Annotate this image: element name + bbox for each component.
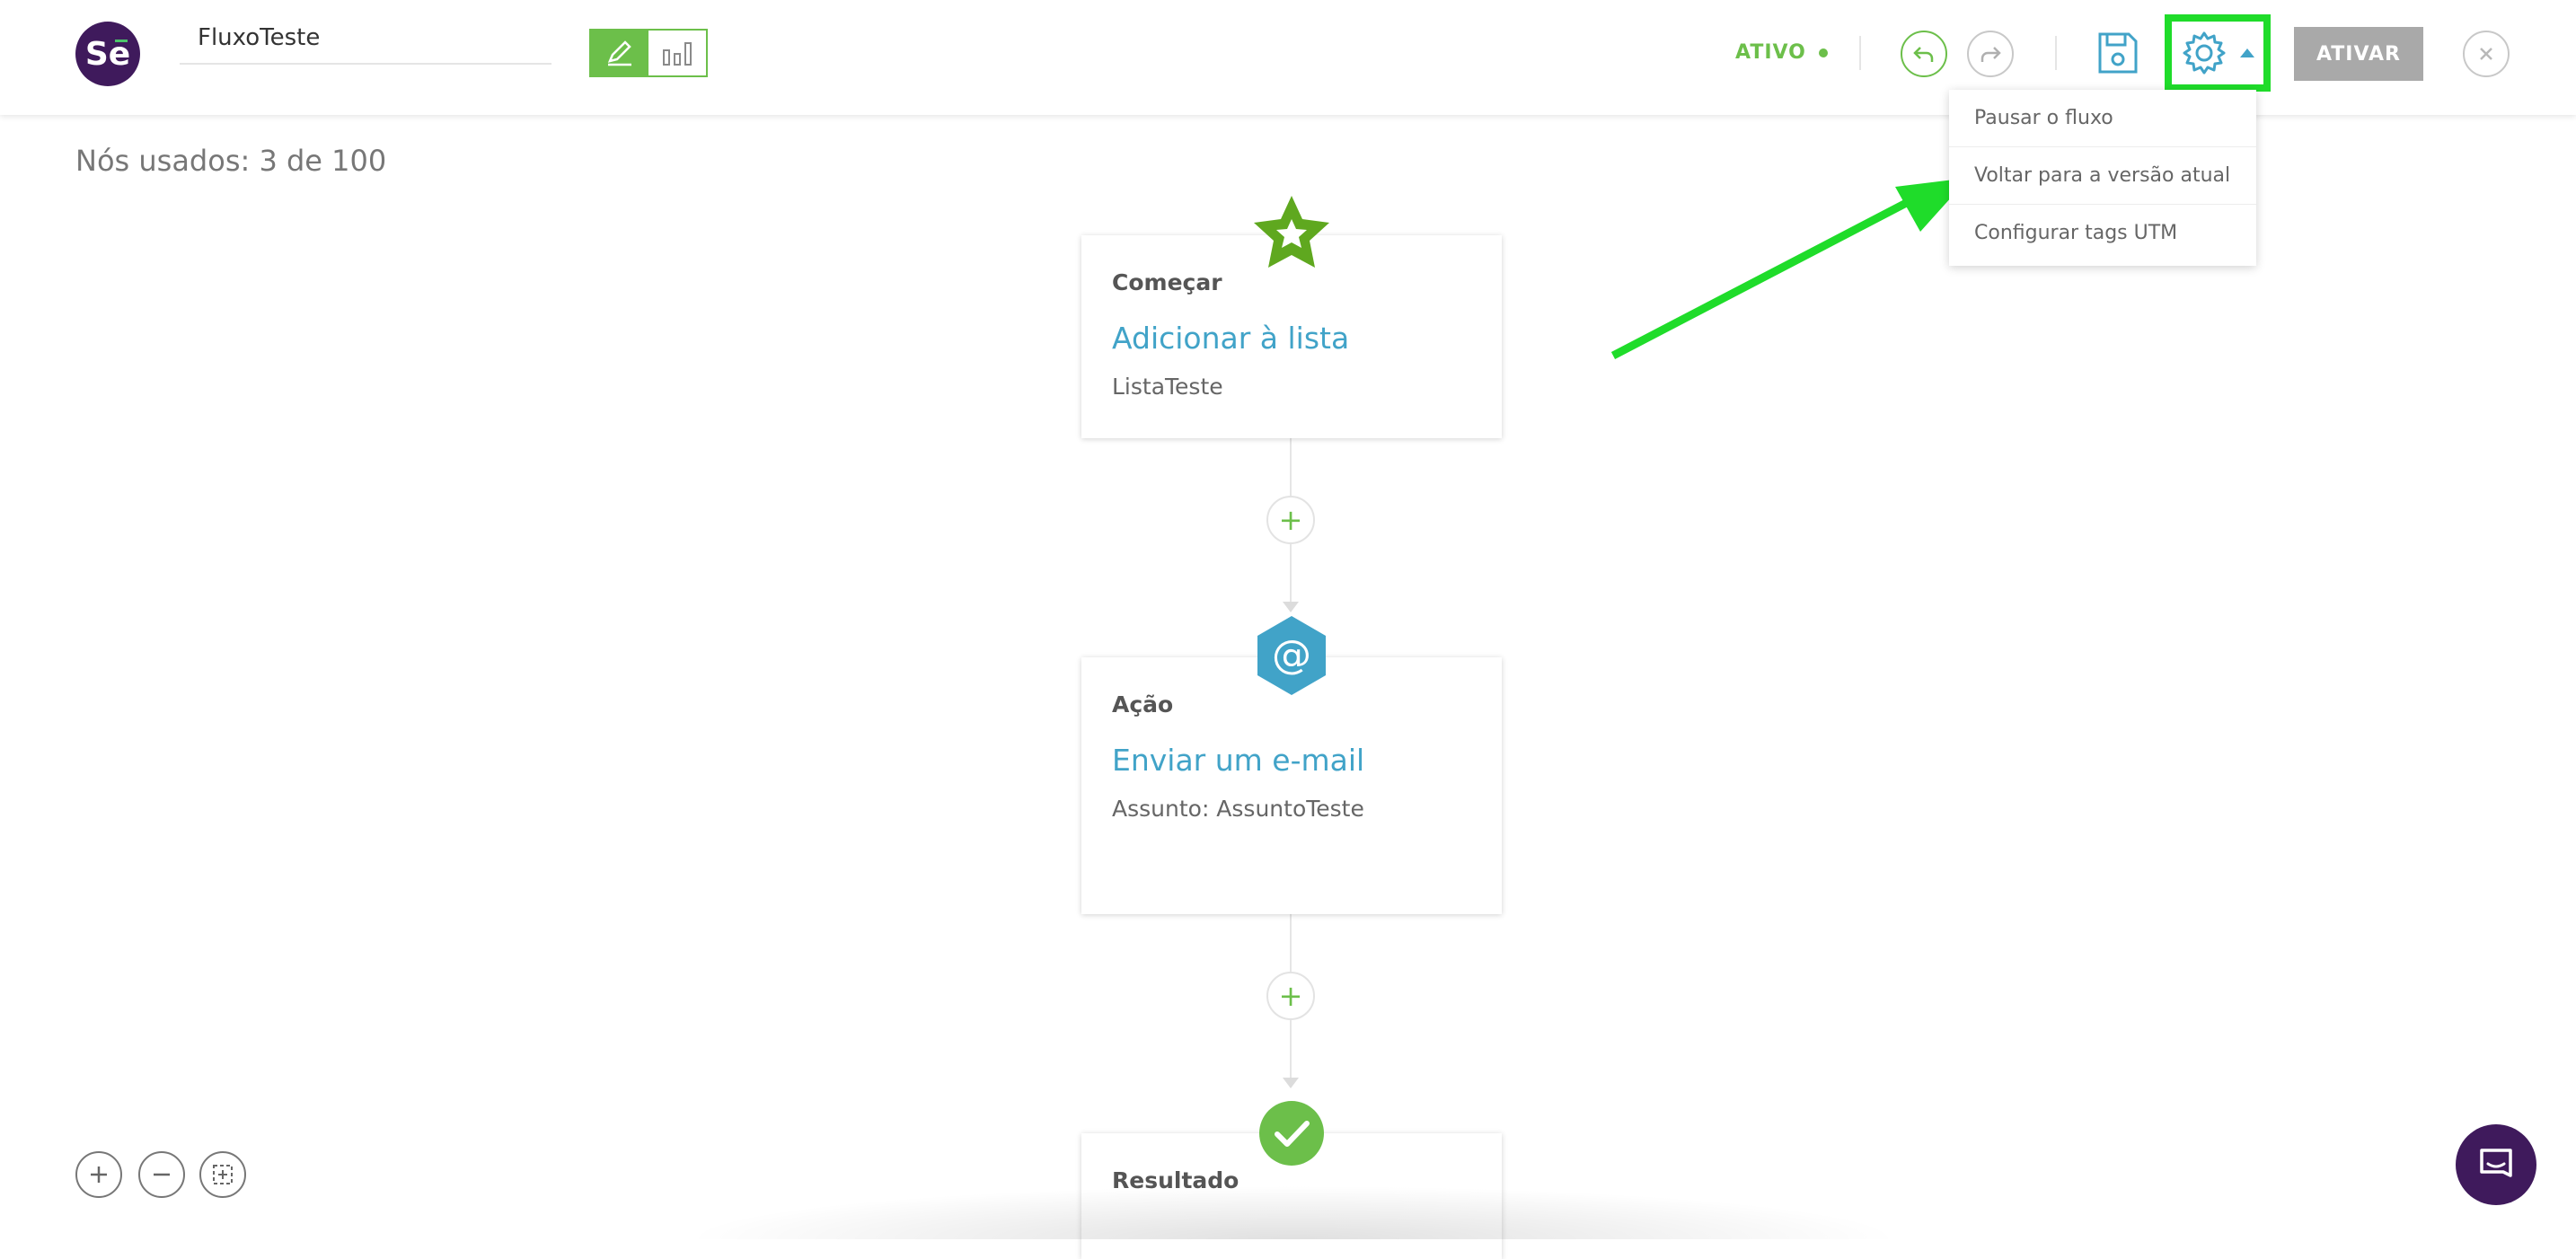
add-node-button[interactable]: + <box>1266 496 1315 544</box>
result-badge <box>1250 1092 1333 1175</box>
edit-mode-button[interactable] <box>591 31 648 75</box>
connector-arrow <box>1283 1078 1299 1088</box>
at-sign-icon: @ <box>1257 616 1326 695</box>
gear-icon <box>2183 31 2226 75</box>
plus-icon <box>91 1167 107 1183</box>
node-title: Adicionar à lista <box>1112 321 1350 356</box>
check-icon <box>1259 1101 1324 1166</box>
annotation-arrow <box>1610 178 1969 359</box>
bar-chart-icon <box>663 42 692 66</box>
zoom-out-button[interactable] <box>138 1151 185 1198</box>
svg-text:@: @ <box>1272 632 1311 678</box>
redo-icon <box>1981 47 2001 62</box>
node-subtitle: Assunto: AssuntoTeste <box>1112 796 1364 822</box>
email-badge: @ <box>1250 614 1333 697</box>
star-badge <box>1250 192 1333 275</box>
logo-accent-bar <box>115 40 128 42</box>
star-icon <box>1254 196 1329 268</box>
close-button[interactable] <box>2463 31 2510 77</box>
flow-status: ATIVO <box>1735 41 1828 64</box>
chat-support-button[interactable] <box>2456 1124 2536 1205</box>
mode-toggle <box>589 29 708 77</box>
close-icon <box>2480 48 2492 60</box>
menu-item-utm-tags[interactable]: Configurar tags UTM <box>1949 205 2256 262</box>
node-subtitle: ListaTeste <box>1112 374 1223 400</box>
fit-screen-icon <box>213 1165 233 1184</box>
settings-dropdown: Pausar o fluxo Voltar para a versão atua… <box>1949 90 2256 266</box>
bottom-shadow <box>683 1185 1904 1239</box>
nodes-used-counter: Nós usados: 3 de 100 <box>75 144 387 178</box>
reports-mode-button[interactable] <box>648 31 706 75</box>
pencil-icon <box>607 40 631 66</box>
minus-icon <box>154 1173 170 1176</box>
status-label: ATIVO <box>1735 41 1806 64</box>
status-dot <box>1818 48 1828 57</box>
caret-up-icon <box>2240 48 2254 57</box>
divider <box>1859 36 1861 70</box>
floppy-disk-icon <box>2098 32 2138 74</box>
connector-arrow <box>1283 602 1299 612</box>
activate-button[interactable]: ATIVAR <box>2294 27 2423 81</box>
chat-icon <box>2480 1149 2512 1177</box>
undo-button[interactable] <box>1901 31 1947 77</box>
settings-button[interactable] <box>2165 14 2271 92</box>
redo-button[interactable] <box>1967 31 2014 77</box>
fit-to-screen-button[interactable] <box>199 1151 246 1198</box>
app-logo[interactable]: Se <box>75 22 140 86</box>
menu-item-revert-version[interactable]: Voltar para a versão atual <box>1949 147 2256 205</box>
zoom-in-button[interactable] <box>75 1151 122 1198</box>
flow-name-field[interactable]: FluxoTeste <box>180 20 551 65</box>
undo-icon <box>1913 47 1934 62</box>
menu-item-pause-flow[interactable]: Pausar o fluxo <box>1949 90 2256 147</box>
divider <box>2055 36 2057 70</box>
save-button[interactable] <box>2096 31 2139 75</box>
add-node-button[interactable]: + <box>1266 972 1315 1020</box>
node-title: Enviar um e-mail <box>1112 743 1365 778</box>
